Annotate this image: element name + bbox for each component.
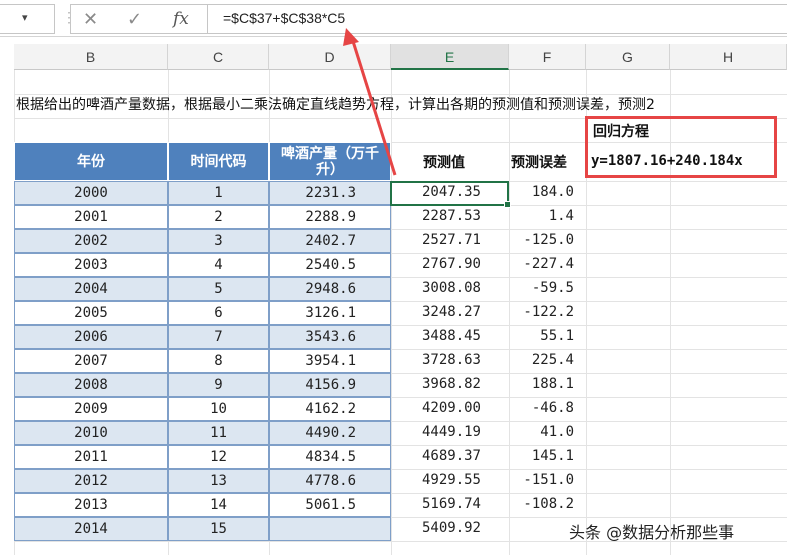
arrow-head xyxy=(343,28,359,46)
watermark: 头条 @数据分析那些事 xyxy=(569,523,735,542)
annotation-arrow xyxy=(343,28,397,176)
arrow-line xyxy=(350,37,397,176)
